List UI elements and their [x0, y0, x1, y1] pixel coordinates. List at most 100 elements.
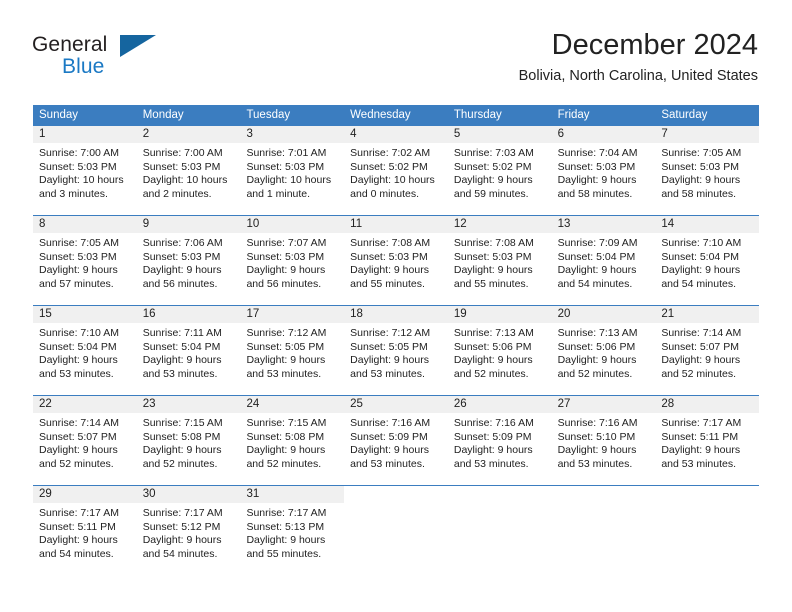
day-number	[655, 486, 760, 503]
calendar-week-row: 29 Sunrise: 7:17 AM Sunset: 5:11 PM Dayl…	[33, 485, 760, 575]
daylight-text-line2: and 55 minutes.	[453, 277, 529, 290]
daylight-text-line2: and 53 minutes.	[350, 367, 425, 380]
daylight-text-line1: Daylight: 9 hours	[142, 534, 222, 547]
daylight-text-line2: and 58 minutes.	[661, 187, 737, 200]
sunrise-text: Sunrise: 7:07 AM	[246, 237, 327, 249]
sunset-text: Sunset: 5:09 PM	[350, 430, 428, 443]
daylight-text-line2: and 53 minutes.	[246, 367, 322, 380]
sunrise-text: Sunrise: 7:17 AM	[661, 417, 742, 429]
sunrise-text: Sunrise: 7:08 AM	[350, 237, 431, 249]
page-title: December 2024	[551, 29, 758, 61]
brand-name-general: General	[32, 33, 108, 56]
day-cell[interactable]: 6 Sunrise: 7:04 AM Sunset: 5:03 PM Dayli…	[551, 126, 656, 215]
day-cell[interactable]: 10 Sunrise: 7:07 AM Sunset: 5:03 PM Dayl…	[240, 216, 345, 305]
daylight-text-line2: and 52 minutes.	[557, 367, 633, 380]
brand-logo[interactable]: General Blue	[32, 33, 232, 85]
day-cell[interactable]: 29 Sunrise: 7:17 AM Sunset: 5:11 PM Dayl…	[33, 486, 137, 575]
sunset-text: Sunset: 5:04 PM	[39, 340, 117, 353]
sunrise-text: Sunrise: 7:14 AM	[39, 417, 119, 429]
weekday-header-friday: Friday	[557, 109, 590, 121]
day-cell[interactable]: 18 Sunrise: 7:12 AM Sunset: 5:05 PM Dayl…	[344, 306, 448, 395]
day-cell[interactable]: 1 Sunrise: 7:00 AM Sunset: 5:03 PM Dayli…	[33, 126, 137, 215]
location-subtitle: Bolivia, North Carolina, United States	[518, 68, 758, 84]
day-details: Sunrise: 7:05 AM Sunset: 5:03 PM Dayligh…	[33, 233, 137, 291]
daylight-text-line2: and 53 minutes.	[39, 367, 114, 380]
day-cell[interactable]: 24 Sunrise: 7:15 AM Sunset: 5:08 PM Dayl…	[240, 396, 345, 485]
day-details: Sunrise: 7:01 AM Sunset: 5:03 PM Dayligh…	[240, 143, 344, 201]
day-cell[interactable]: 5 Sunrise: 7:03 AM Sunset: 5:02 PM Dayli…	[447, 126, 552, 215]
sunrise-text: Sunrise: 7:09 AM	[557, 237, 638, 249]
day-cell[interactable]: 8 Sunrise: 7:05 AM Sunset: 5:03 PM Dayli…	[33, 216, 137, 305]
day-details: Sunrise: 7:16 AM Sunset: 5:10 PM Dayligh…	[552, 413, 656, 471]
day-cell[interactable]: 23 Sunrise: 7:15 AM Sunset: 5:08 PM Dayl…	[136, 396, 241, 485]
daylight-text-line2: and 53 minutes.	[142, 367, 218, 380]
day-number	[344, 486, 448, 503]
weekday-header-sunday: Sunday	[39, 109, 79, 121]
day-details: Sunrise: 7:17 AM Sunset: 5:13 PM Dayligh…	[240, 503, 344, 561]
daylight-text-line1: Daylight: 9 hours	[350, 444, 429, 457]
day-details: Sunrise: 7:16 AM Sunset: 5:09 PM Dayligh…	[344, 413, 448, 471]
day-cell[interactable]: 15 Sunrise: 7:10 AM Sunset: 5:04 PM Dayl…	[33, 306, 137, 395]
day-details: Sunrise: 7:13 AM Sunset: 5:06 PM Dayligh…	[552, 323, 656, 381]
daylight-text-line1: Daylight: 9 hours	[142, 444, 222, 457]
day-cell[interactable]: 16 Sunrise: 7:11 AM Sunset: 5:04 PM Dayl…	[136, 306, 241, 395]
day-cell[interactable]: 27 Sunrise: 7:16 AM Sunset: 5:10 PM Dayl…	[551, 396, 656, 485]
day-details: Sunrise: 7:06 AM Sunset: 5:03 PM Dayligh…	[137, 233, 241, 291]
day-cell[interactable]: 26 Sunrise: 7:16 AM Sunset: 5:09 PM Dayl…	[447, 396, 552, 485]
daylight-text-line2: and 53 minutes.	[661, 457, 737, 470]
brand-name-blue: Blue	[62, 55, 105, 78]
sunset-text: Sunset: 5:08 PM	[246, 430, 325, 443]
day-number: 24	[240, 396, 345, 413]
day-number: 18	[344, 306, 448, 323]
day-number: 4	[344, 126, 448, 143]
day-number: 30	[136, 486, 241, 503]
day-number: 17	[240, 306, 345, 323]
daylight-text-line2: and 53 minutes.	[453, 457, 529, 470]
weekday-header-tuesday: Tuesday	[246, 109, 291, 121]
daylight-text-line2: and 53 minutes.	[557, 457, 633, 470]
weekday-header-saturday: Saturday	[661, 109, 708, 121]
sunrise-text: Sunrise: 7:02 AM	[350, 147, 431, 159]
daylight-text-line1: Daylight: 9 hours	[246, 354, 326, 367]
sunset-text: Sunset: 5:13 PM	[246, 520, 325, 533]
day-number: 31	[240, 486, 345, 503]
day-cell[interactable]: 22 Sunrise: 7:14 AM Sunset: 5:07 PM Dayl…	[33, 396, 137, 485]
day-cell[interactable]: 7 Sunrise: 7:05 AM Sunset: 5:03 PM Dayli…	[655, 126, 760, 215]
day-cell[interactable]: 19 Sunrise: 7:13 AM Sunset: 5:06 PM Dayl…	[447, 306, 552, 395]
daylight-text-line2: and 3 minutes.	[39, 187, 108, 200]
day-cell[interactable]: 31 Sunrise: 7:17 AM Sunset: 5:13 PM Dayl…	[240, 486, 345, 575]
day-cell[interactable]: 12 Sunrise: 7:08 AM Sunset: 5:03 PM Dayl…	[447, 216, 552, 305]
day-cell[interactable]: 14 Sunrise: 7:10 AM Sunset: 5:04 PM Dayl…	[655, 216, 760, 305]
day-details: Sunrise: 7:09 AM Sunset: 5:04 PM Dayligh…	[552, 233, 656, 291]
day-number: 28	[655, 396, 760, 413]
day-details: Sunrise: 7:14 AM Sunset: 5:07 PM Dayligh…	[33, 413, 137, 471]
day-cell[interactable]: 4 Sunrise: 7:02 AM Sunset: 5:02 PM Dayli…	[344, 126, 448, 215]
day-cell[interactable]: 13 Sunrise: 7:09 AM Sunset: 5:04 PM Dayl…	[551, 216, 656, 305]
weekday-header-thursday: Thursday	[453, 109, 502, 121]
daylight-text-line1: Daylight: 9 hours	[557, 174, 637, 187]
sunset-text: Sunset: 5:11 PM	[39, 520, 116, 533]
daylight-text-line2: and 55 minutes.	[246, 547, 322, 560]
day-cell[interactable]: 2 Sunrise: 7:00 AM Sunset: 5:03 PM Dayli…	[136, 126, 241, 215]
day-number: 25	[344, 396, 448, 413]
calendar-week-row: 22 Sunrise: 7:14 AM Sunset: 5:07 PM Dayl…	[33, 395, 760, 485]
day-cell[interactable]: 28 Sunrise: 7:17 AM Sunset: 5:11 PM Dayl…	[655, 396, 760, 485]
day-cell[interactable]: 17 Sunrise: 7:12 AM Sunset: 5:05 PM Dayl…	[240, 306, 345, 395]
sunset-text: Sunset: 5:03 PM	[246, 250, 325, 263]
day-cell[interactable]: 20 Sunrise: 7:13 AM Sunset: 5:06 PM Dayl…	[551, 306, 656, 395]
sunset-text: Sunset: 5:04 PM	[557, 250, 636, 263]
daylight-text-line1: Daylight: 9 hours	[661, 264, 741, 277]
day-cell[interactable]: 25 Sunrise: 7:16 AM Sunset: 5:09 PM Dayl…	[344, 396, 448, 485]
daylight-text-line2: and 52 minutes.	[661, 367, 737, 380]
day-cell[interactable]: 3 Sunrise: 7:01 AM Sunset: 5:03 PM Dayli…	[240, 126, 345, 215]
day-details: Sunrise: 7:12 AM Sunset: 5:05 PM Dayligh…	[240, 323, 344, 381]
day-details: Sunrise: 7:08 AM Sunset: 5:03 PM Dayligh…	[448, 233, 552, 291]
daylight-text-line1: Daylight: 10 hours	[142, 174, 228, 187]
day-cell[interactable]: 11 Sunrise: 7:08 AM Sunset: 5:03 PM Dayl…	[344, 216, 448, 305]
day-number: 2	[136, 126, 241, 143]
day-number: 3	[240, 126, 345, 143]
daylight-text-line1: Daylight: 10 hours	[350, 174, 435, 187]
day-cell[interactable]: 21 Sunrise: 7:14 AM Sunset: 5:07 PM Dayl…	[655, 306, 760, 395]
day-cell[interactable]: 9 Sunrise: 7:06 AM Sunset: 5:03 PM Dayli…	[136, 216, 241, 305]
day-cell[interactable]: 30 Sunrise: 7:17 AM Sunset: 5:12 PM Dayl…	[136, 486, 241, 575]
